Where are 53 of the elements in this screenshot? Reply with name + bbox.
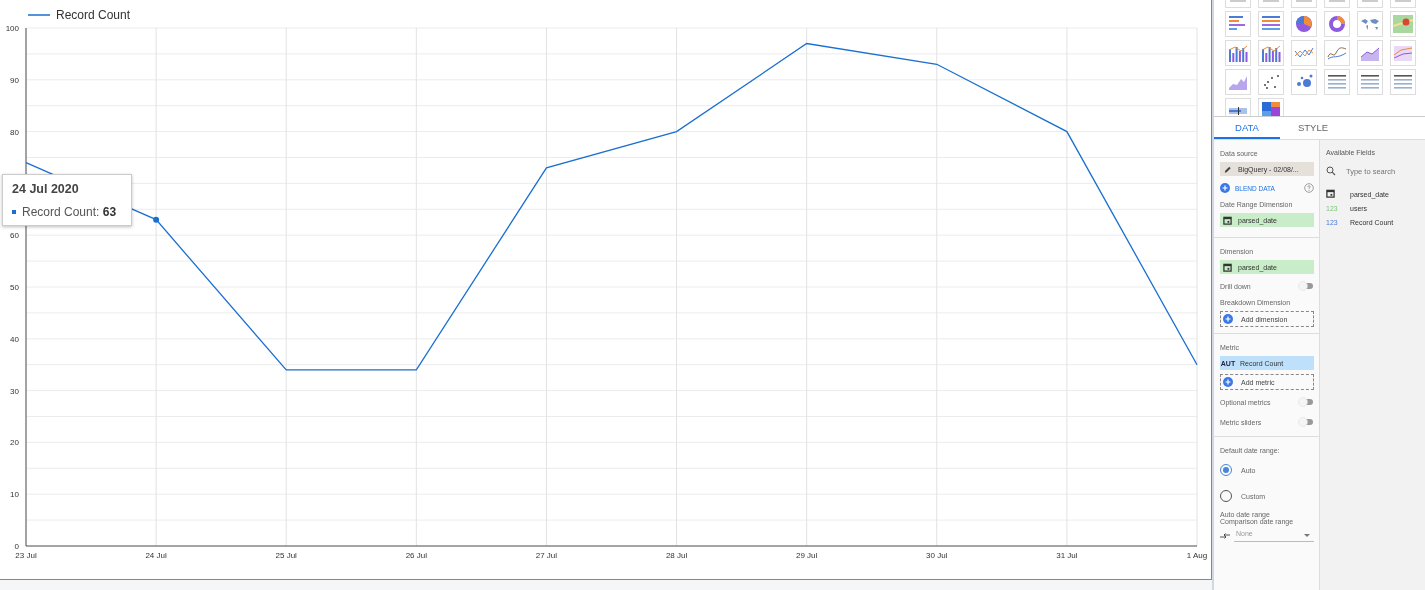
panel-tab[interactable]: STYLE: [1280, 117, 1346, 139]
plus-icon: [1223, 377, 1233, 387]
y-tick-label: 30: [10, 386, 19, 396]
x-tick-label: 25 Jul: [275, 551, 297, 560]
chart-type-icon[interactable]: [1225, 11, 1251, 37]
y-tick-label: 10: [10, 490, 19, 500]
toggle-switch[interactable]: [1298, 397, 1314, 407]
x-tick-label: 31 Jul: [1056, 551, 1078, 560]
help-icon[interactable]: [1304, 183, 1314, 193]
chart-type-icon[interactable]: [1324, 11, 1350, 37]
y-tick-label: 90: [10, 75, 19, 85]
chart-type-icon[interactable]: [1225, 40, 1251, 66]
y-tick-label: 80: [10, 127, 19, 137]
plus-icon: [1223, 314, 1233, 324]
y-tick-label: 20: [10, 438, 19, 448]
chart-type-icon[interactable]: [1324, 69, 1350, 95]
calendar-icon: [1222, 215, 1232, 225]
x-tick-label: 26 Jul: [405, 551, 427, 560]
y-tick-label: 0: [14, 542, 19, 551]
chart-type-icon[interactable]: [1291, 11, 1317, 37]
series-marker-icon: [12, 210, 16, 214]
plus-icon: [1220, 183, 1230, 193]
x-tick-label: 23 Jul: [15, 551, 37, 560]
x-tick-label: 24 Jul: [145, 551, 167, 560]
tooltip-value: Record Count: 63: [22, 205, 117, 219]
y-tick-label: 60: [10, 231, 19, 241]
chart-type-icon[interactable]: [1324, 40, 1350, 66]
chart-type-icon[interactable]: [1258, 11, 1284, 37]
legend-label: Record Count: [56, 8, 131, 22]
y-tick-label: 40: [10, 334, 19, 344]
chart-type-icon[interactable]: [1390, 69, 1416, 95]
x-tick-label: 29 Jul: [796, 551, 818, 560]
chart-type-icon[interactable]: [1390, 11, 1416, 37]
x-tick-label: 30 Jul: [926, 551, 948, 560]
pencil-icon: [1222, 164, 1232, 174]
x-tick-label: 27 Jul: [535, 551, 558, 560]
calendar-icon: [1326, 189, 1335, 198]
chart-type-icon[interactable]: [1258, 40, 1284, 66]
chart-type-icon[interactable]: [1357, 11, 1383, 37]
data-point[interactable]: [153, 216, 160, 223]
chart-type-icon[interactable]: [1291, 69, 1317, 95]
y-tick-label: 100: [5, 24, 19, 33]
compare-arrows-icon: [1220, 530, 1230, 541]
chart-type-icon[interactable]: [1357, 69, 1383, 95]
tooltip-title: 24 Jul 2020: [12, 182, 80, 196]
toggle-switch[interactable]: [1298, 417, 1314, 427]
search-icon: [1326, 166, 1336, 176]
x-tick-label: 28 Jul: [665, 551, 688, 560]
toggle-switch[interactable]: [1298, 281, 1314, 291]
chart-type-icon[interactable]: [1258, 69, 1284, 95]
y-tick-label: 50: [10, 283, 19, 292]
x-tick-label: 1 Aug: [1186, 551, 1208, 560]
calendar-icon: [1222, 262, 1232, 272]
